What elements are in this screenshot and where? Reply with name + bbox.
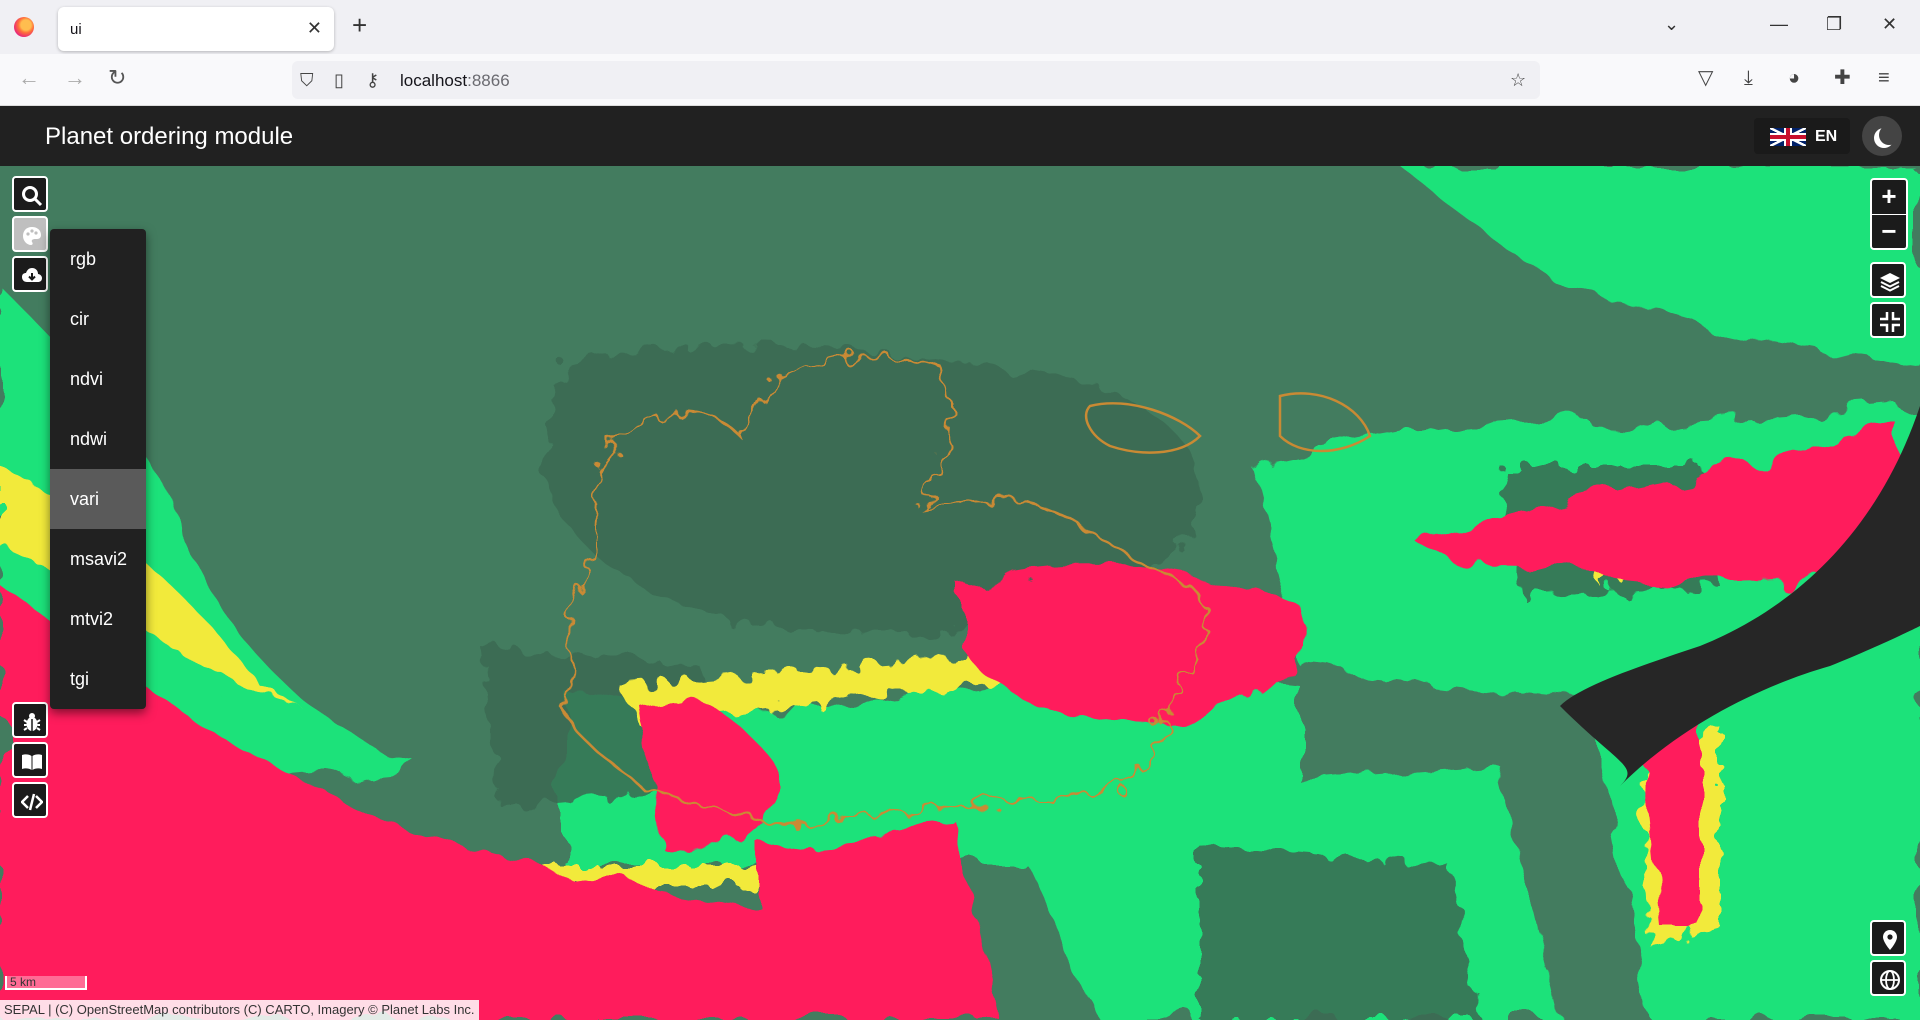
app-bar: Planet ordering module EN [0, 106, 1920, 166]
new-tab-button[interactable]: + [352, 12, 367, 38]
layers-icon [1880, 273, 1900, 292]
menu-item-cir[interactable]: cir [50, 289, 146, 349]
map-attribution[interactable]: SEPAL | (C) OpenStreetMap contributors (… [0, 1000, 479, 1020]
bookmark-star-icon[interactable]: ☆ [1510, 70, 1526, 91]
reload-icon[interactable]: ↻ [108, 67, 126, 89]
profile-avatar-icon[interactable]: ◕ [1788, 67, 1800, 89]
menu-item-ndvi[interactable]: ndvi [50, 349, 146, 409]
browser-tabstrip: ui ✕ + ⌄ — ❐ ✕ [0, 0, 1920, 54]
firefox-icon[interactable] [14, 17, 34, 37]
app: Planet ordering module EN rgb cir ndvi n… [0, 106, 1920, 1020]
browser-navbar: ← → ↻ ⛉ ▯ ⚷ localhost:8866 ☆ ▽ ⤓ ◕ ✚ ≡ [0, 54, 1920, 106]
search-icon [22, 186, 43, 207]
restore-icon[interactable]: ❐ [1826, 14, 1842, 35]
map-marker-icon [1883, 930, 1897, 950]
browser-tab[interactable]: ui ✕ [58, 7, 334, 51]
satellite-imagery [0, 166, 1920, 1020]
menu-item-vari[interactable]: vari [50, 469, 146, 529]
app-title: Planet ordering module [45, 123, 294, 150]
globe-icon [1880, 970, 1900, 990]
url-text[interactable]: localhost:8866 [400, 71, 510, 91]
minimize-icon[interactable]: — [1770, 14, 1788, 35]
scale-bar: 5 km [5, 975, 87, 990]
downloads-icon[interactable]: ⤓ [1744, 67, 1753, 89]
back-icon[interactable]: ← [18, 67, 40, 89]
zoom-in-button[interactable]: + [1872, 180, 1906, 214]
forward-icon[interactable]: → [64, 67, 86, 89]
book-open-icon [22, 754, 42, 770]
language-selector[interactable]: EN [1754, 118, 1850, 154]
menu-item-rgb[interactable]: rgb [50, 229, 146, 289]
menu-item-ndwi[interactable]: ndwi [50, 409, 146, 469]
language-code: EN [1815, 128, 1838, 145]
page-icon[interactable]: ▯ [334, 70, 344, 91]
scale-label: 5 km [10, 975, 37, 989]
map[interactable]: rgb cir ndvi ndwi vari msavi2 mtvi2 tgi … [0, 166, 1920, 1020]
menu-icon[interactable]: ≡ [1878, 67, 1890, 89]
menu-item-msavi2[interactable]: msavi2 [50, 529, 146, 589]
zoom-control: + − [1870, 178, 1908, 250]
code-icon [21, 793, 43, 811]
zoom-out-button[interactable]: − [1872, 215, 1906, 249]
basemap-button[interactable] [1870, 960, 1906, 996]
pocket-icon[interactable]: ▽ [1698, 67, 1713, 89]
search-button[interactable] [12, 176, 48, 212]
documentation-button[interactable] [12, 742, 48, 778]
close-window-icon[interactable]: ✕ [1882, 14, 1897, 35]
tab-list-chevron-icon[interactable]: ⌄ [1664, 14, 1679, 35]
close-tab-icon[interactable]: ✕ [307, 18, 322, 39]
moon-icon [1879, 125, 1899, 145]
download-button[interactable] [12, 256, 48, 292]
palette-icon [23, 227, 41, 245]
url-bar[interactable]: ⛉ ▯ ⚷ localhost:8866 ☆ [292, 61, 1540, 99]
menu-item-tgi[interactable]: tgi [50, 649, 146, 709]
visualization-button[interactable] [12, 216, 48, 252]
source-code-button[interactable] [12, 782, 48, 818]
fullscreen-exit-button[interactable] [1870, 302, 1906, 338]
extensions-icon[interactable]: ✚ [1834, 67, 1851, 89]
uk-flag-icon [1770, 128, 1806, 146]
visualization-menu: rgb cir ndvi ndwi vari msavi2 mtvi2 tgi [50, 229, 146, 709]
cloud-download-icon [22, 268, 42, 282]
bug-report-button[interactable] [12, 702, 48, 738]
menu-item-mtvi2[interactable]: mtvi2 [50, 589, 146, 649]
tab-title: ui [70, 21, 82, 38]
layers-button[interactable] [1870, 262, 1906, 298]
theme-toggle-button[interactable] [1862, 116, 1902, 156]
bug-icon [23, 713, 41, 731]
key-icon[interactable]: ⚷ [366, 70, 379, 91]
shield-icon[interactable]: ⛉ [300, 70, 314, 91]
locate-button[interactable] [1870, 920, 1906, 956]
compress-icon [1880, 312, 1900, 332]
